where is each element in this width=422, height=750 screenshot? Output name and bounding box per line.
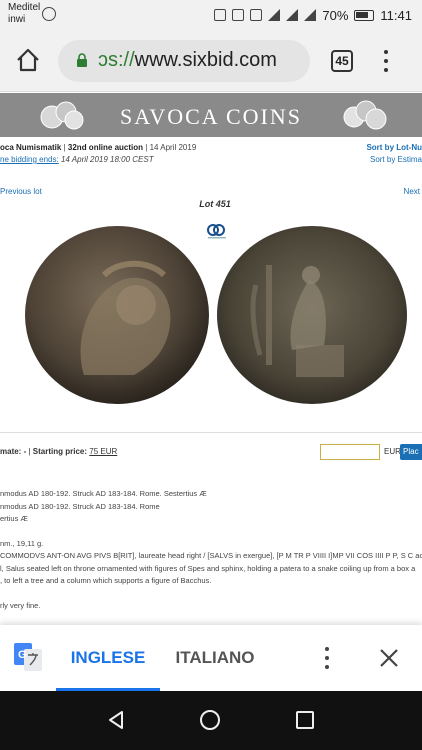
close-icon[interactable] bbox=[378, 647, 400, 669]
auction-info: oca Numismatik | 32nd online auction | 1… bbox=[0, 140, 422, 170]
bid-row: mate: - | Starting price: 75 EUR EUR Pla… bbox=[0, 444, 422, 464]
coin-image[interactable] bbox=[24, 225, 409, 405]
coins-logo-icon bbox=[343, 100, 387, 130]
signal-2-icon bbox=[304, 9, 317, 21]
status-icons: 70% 11:41 bbox=[214, 7, 412, 23]
divider bbox=[0, 432, 422, 433]
browser-menu-icon[interactable] bbox=[383, 50, 389, 72]
description-line: ertius Æ bbox=[0, 514, 28, 523]
description-line: nmodus AD 180-192. Struck AD 183-184. Ro… bbox=[0, 489, 207, 498]
estimate-label: mate: - bbox=[0, 447, 27, 456]
description-line: rly very fine. bbox=[0, 600, 41, 610]
url-text: ɔs://www.sixbid.com bbox=[98, 49, 277, 71]
description-line: nmodus AD 180-192. Struck AD 183-184. Ro… bbox=[0, 501, 160, 511]
address-bar[interactable]: ɔs://www.sixbid.com bbox=[58, 40, 310, 82]
sort-by-lot-link[interactable]: Sort by Lot-Nu bbox=[366, 143, 422, 152]
previous-lot-link[interactable]: Previous lot bbox=[0, 187, 42, 196]
price-info: mate: - | Starting price: 75 EUR bbox=[0, 447, 118, 456]
alarm-icon bbox=[250, 9, 263, 21]
lock-icon bbox=[77, 53, 87, 67]
whatsapp-icon bbox=[42, 7, 56, 21]
place-bid-button[interactable]: Plac bbox=[400, 444, 422, 460]
status-bar: Meditel inwi 70% 11:41 bbox=[0, 0, 422, 30]
bid-amount-input[interactable] bbox=[320, 444, 380, 460]
back-icon[interactable] bbox=[106, 710, 126, 730]
svg-text:G: G bbox=[18, 649, 27, 661]
auction-name[interactable]: 32nd online auction bbox=[68, 143, 143, 152]
google-translate-icon: G bbox=[14, 643, 42, 671]
translate-bar: G INGLESE ITALIANO bbox=[0, 625, 422, 691]
battery-percent: 70% bbox=[322, 7, 349, 23]
description-line: l, Salus seated left on throne ornamente… bbox=[0, 563, 416, 573]
wifi-icon bbox=[268, 9, 281, 21]
description-line: nm., 19,11 g. bbox=[0, 538, 44, 548]
description-line: , to left a tree and a column which supp… bbox=[0, 576, 212, 585]
tab-italian[interactable]: ITALIANO bbox=[172, 625, 258, 691]
tab-switcher-button[interactable]: 45 bbox=[331, 50, 353, 72]
auction-date: 14 April 2019 bbox=[149, 143, 197, 152]
site-header: SAVOCA COINS bbox=[0, 93, 422, 137]
signal-icon bbox=[286, 9, 299, 21]
browser-toolbar: ɔs://www.sixbid.com 45 bbox=[0, 30, 422, 92]
next-lot-link[interactable]: Next bbox=[404, 187, 420, 196]
nfc-icon bbox=[214, 9, 227, 21]
bidding-ends-label[interactable]: ne bidding ends: bbox=[0, 155, 59, 164]
recents-icon[interactable] bbox=[296, 711, 314, 729]
system-nav-bar bbox=[0, 691, 422, 750]
bidding-end-date: 14 April 2019 18:00 CEST bbox=[60, 155, 154, 164]
auction-house[interactable]: oca Numismatik bbox=[0, 143, 61, 152]
description-line: COMMODVS ANT-ON AVG PIVS B[RIT], laureat… bbox=[0, 551, 422, 560]
clock: 11:41 bbox=[380, 7, 412, 23]
starting-price-value[interactable]: 75 EUR bbox=[89, 447, 117, 456]
home-nav-icon[interactable] bbox=[200, 710, 220, 730]
translate-menu-icon[interactable] bbox=[324, 647, 330, 669]
home-icon[interactable] bbox=[15, 47, 41, 73]
lot-description: nmodus AD 180-192. Struck AD 183-184. Ro… bbox=[0, 488, 422, 612]
vibrate-icon bbox=[232, 9, 245, 21]
battery-icon bbox=[354, 9, 375, 21]
starting-price-label: Starting price: bbox=[32, 447, 88, 456]
lot-title: Lot 451 bbox=[199, 199, 231, 209]
auction-line: oca Numismatik | 32nd online auction | 1… bbox=[0, 143, 197, 152]
currency-label: EUR bbox=[384, 447, 401, 456]
tab-english[interactable]: INGLESE bbox=[56, 625, 160, 691]
bidding-end-line: ne bidding ends: 14 April 2019 18:00 CES… bbox=[0, 155, 154, 164]
sort-by-estimate-link[interactable]: Sort by Estima bbox=[370, 155, 422, 164]
